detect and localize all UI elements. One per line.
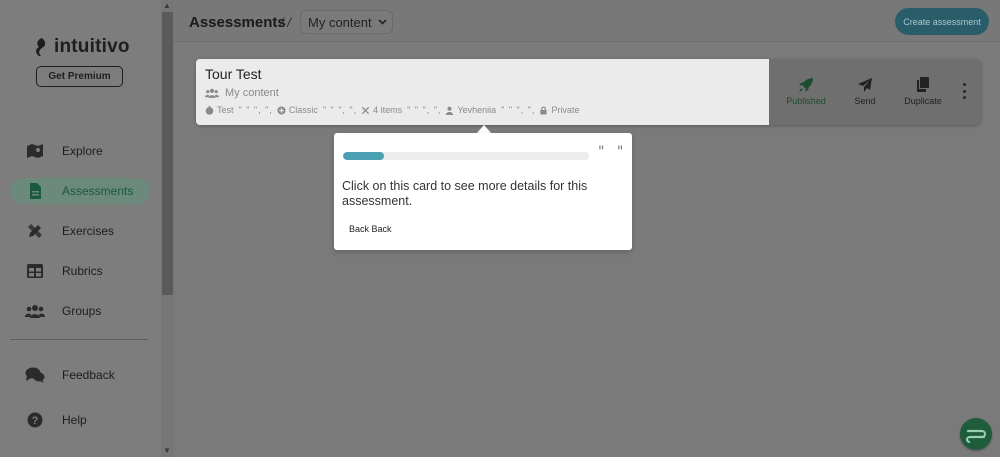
sidebar-item-label: Rubrics	[62, 264, 103, 278]
svg-text:?: ?	[32, 415, 39, 427]
meta-visibility: Private	[539, 105, 579, 115]
table-icon	[25, 261, 45, 281]
users-icon	[25, 301, 45, 321]
tour-tooltip: " " Click on this card to see more detai…	[334, 133, 632, 250]
tools-icon	[362, 106, 370, 114]
published-label: Published	[786, 96, 826, 106]
more-options-icon[interactable]	[960, 83, 968, 99]
stopwatch-icon	[205, 105, 214, 115]
get-premium-button[interactable]: Get Premium	[36, 66, 123, 87]
duplicate-button[interactable]: Duplicate	[893, 77, 953, 106]
sidebar-item-label: Explore	[62, 144, 103, 158]
meta-items: 4 items	[361, 105, 402, 115]
intuitivo-logo-icon	[36, 38, 46, 56]
header-bar	[174, 0, 1000, 42]
intuitivo-chat-icon	[966, 429, 986, 443]
users-icon	[205, 88, 219, 98]
card-folder-label: My content	[225, 87, 279, 99]
published-button[interactable]: Published	[776, 77, 836, 106]
sidebar-item-label: Exercises	[62, 224, 115, 238]
sidebar-item-assessments[interactable]: Assessments	[10, 178, 150, 204]
user-icon	[446, 106, 454, 115]
document-icon	[25, 181, 45, 201]
circle-plus-icon	[277, 105, 286, 115]
chat-support-button[interactable]	[960, 418, 992, 450]
send-button[interactable]: Send	[835, 77, 895, 106]
card-highlight[interactable]	[196, 59, 769, 125]
sidebar-item-label: Groups	[62, 304, 102, 318]
sidebar-item-groups[interactable]: Groups	[10, 298, 150, 324]
folder-dropdown[interactable]: My content	[300, 10, 393, 34]
tour-progress-bar	[343, 152, 589, 160]
create-assessment-button[interactable]: Create assessment	[895, 8, 989, 35]
sidebar-item-label: Help	[62, 413, 87, 427]
sidebar-item-feedback[interactable]: Feedback	[10, 362, 150, 388]
meta-type: Test	[205, 105, 234, 115]
tooltip-back-button[interactable]: Back Back	[342, 222, 399, 236]
copy-icon	[917, 77, 929, 92]
meta-separator: " " ", ",	[501, 105, 536, 115]
send-label: Send	[854, 96, 876, 106]
comments-icon	[25, 365, 45, 385]
card-folder: My content	[205, 87, 279, 99]
sidebar-item-help[interactable]: ? Help	[10, 407, 150, 433]
meta-author: Yevheniia	[445, 105, 496, 115]
scroll-down-icon[interactable]: ▼	[163, 446, 171, 455]
sidebar-item-explore[interactable]: Explore	[10, 138, 150, 164]
lock-icon	[540, 106, 548, 115]
chevron-down-icon	[378, 17, 387, 27]
page-title[interactable]: Assessments	[189, 14, 286, 31]
tooltip-close-icon[interactable]: " "	[598, 144, 627, 160]
map-icon	[25, 141, 45, 161]
brand-name: intuitivo	[54, 36, 130, 57]
sidebar-item-rubrics[interactable]: Rubrics	[10, 258, 150, 284]
breadcrumb-separator: / /	[280, 15, 291, 30]
brand-logo[interactable]: intuitivo	[33, 36, 130, 58]
pencil-ruler-icon	[25, 221, 45, 241]
folder-dropdown-label: My content	[308, 14, 372, 30]
paper-plane-icon	[858, 78, 872, 92]
sidebar-item-exercises[interactable]: Exercises	[10, 218, 150, 244]
meta-mode: Classic	[277, 105, 318, 115]
meta-separator: " " ", ",	[407, 105, 442, 115]
scroll-up-icon[interactable]: ▲	[163, 1, 171, 10]
tooltip-text: Click on this card to see more details f…	[342, 179, 588, 208]
duplicate-label: Duplicate	[904, 96, 942, 106]
tour-progress-fill	[343, 152, 384, 160]
scrollbar-thumb[interactable]	[162, 12, 173, 295]
sidebar-item-label: Feedback	[62, 368, 115, 382]
card-title[interactable]: Tour Test	[205, 66, 262, 82]
question-circle-icon: ?	[25, 410, 45, 430]
sidebar-divider	[10, 339, 148, 340]
meta-separator: " " ", ",	[322, 105, 358, 115]
card-meta: Test " " ", ", Classic " " ", ", 4 items…	[205, 105, 579, 115]
meta-separator: " " ", ",	[238, 105, 273, 115]
rocket-icon	[799, 78, 813, 92]
sidebar-item-label: Assessments	[62, 184, 134, 198]
